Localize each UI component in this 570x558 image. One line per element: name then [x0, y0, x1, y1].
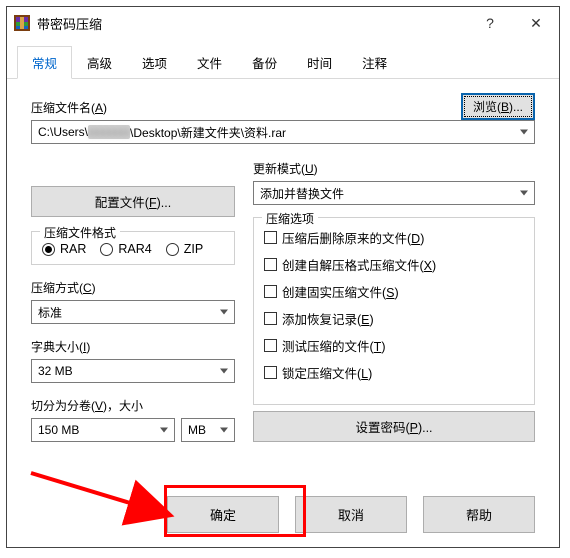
dictionary-select[interactable]: 32 MB: [31, 359, 235, 383]
check-test[interactable]: 测试压缩的文件(T): [264, 336, 524, 355]
tab-options[interactable]: 选项: [127, 46, 182, 79]
tab-files[interactable]: 文件: [182, 46, 237, 79]
help-button-footer[interactable]: 帮助: [423, 496, 535, 533]
app-icon: [13, 14, 31, 32]
tab-advanced[interactable]: 高级: [72, 46, 127, 79]
window-title: 带密码压缩: [37, 14, 102, 33]
compression-select[interactable]: 标准: [31, 300, 235, 324]
tab-backup[interactable]: 备份: [237, 46, 292, 79]
set-password-button[interactable]: 设置密码(P)...: [253, 411, 535, 442]
update-mode-label: 更新模式(U): [253, 160, 535, 177]
cancel-button[interactable]: 取消: [295, 496, 407, 533]
options-group: 压缩选项 压缩后删除原来的文件(D) 创建自解压格式压缩文件(X) 创建固实压缩…: [253, 217, 535, 405]
split-size-select[interactable]: 150 MB: [31, 418, 175, 442]
format-legend: 压缩文件格式: [40, 224, 120, 241]
options-legend: 压缩选项: [262, 210, 318, 227]
check-sfx[interactable]: 创建自解压格式压缩文件(X): [264, 255, 524, 274]
dictionary-label: 字典大小(I): [31, 338, 235, 355]
archive-name-input[interactable]: C:\Users\xxxxxxx\Desktop\新建文件夹\资料.rar: [31, 120, 535, 144]
radio-zip[interactable]: ZIP: [166, 242, 203, 256]
tab-comment[interactable]: 注释: [347, 46, 402, 79]
titlebar: 带密码压缩 ? ✕: [7, 7, 559, 39]
tab-general[interactable]: 常规: [17, 46, 72, 79]
compression-label: 压缩方式(C): [31, 279, 235, 296]
tab-time[interactable]: 时间: [292, 46, 347, 79]
tab-bar: 常规 高级 选项 文件 备份 时间 注释: [7, 39, 559, 79]
help-button[interactable]: ?: [467, 8, 513, 38]
check-delete-after[interactable]: 压缩后删除原来的文件(D): [264, 228, 524, 247]
split-unit-select[interactable]: MB: [181, 418, 235, 442]
browse-button[interactable]: 浏览(B)...: [461, 93, 535, 120]
radio-rar4[interactable]: RAR4: [100, 242, 151, 256]
format-group: 压缩文件格式 RAR RAR4 ZIP: [31, 231, 235, 265]
split-label: 切分为分卷(V)，大小: [31, 397, 235, 414]
check-solid[interactable]: 创建固实压缩文件(S): [264, 282, 524, 301]
archive-name-label: 压缩文件名(A): [31, 99, 107, 116]
ok-button[interactable]: 确定: [167, 496, 279, 533]
check-recovery[interactable]: 添加恢复记录(E): [264, 309, 524, 328]
radio-rar[interactable]: RAR: [42, 242, 86, 256]
profiles-button[interactable]: 配置文件(F)...: [31, 186, 235, 217]
check-lock[interactable]: 锁定压缩文件(L): [264, 363, 524, 382]
close-button[interactable]: ✕: [513, 8, 559, 38]
update-mode-select[interactable]: 添加并替换文件: [253, 181, 535, 205]
